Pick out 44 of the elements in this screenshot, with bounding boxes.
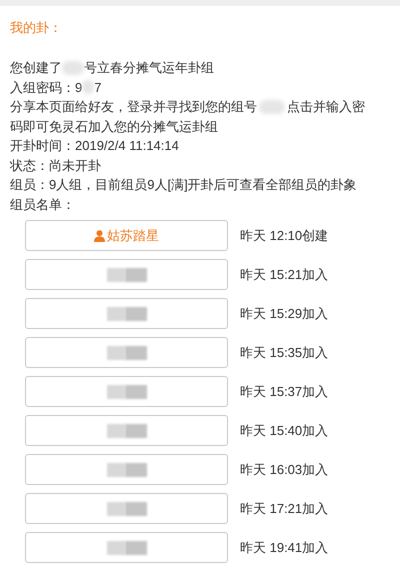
member-button[interactable]: [25, 532, 228, 563]
blurred-redaction: [106, 424, 146, 438]
join-time: 昨天 12:10创建: [240, 226, 328, 245]
info-text: 点击并输入密: [287, 98, 365, 116]
join-time: 昨天 15:40加入: [240, 422, 328, 440]
info-text: 组员名单：: [10, 196, 76, 214]
member-name: 姑苏踏星: [107, 226, 159, 245]
member-button[interactable]: [25, 415, 228, 446]
info-text: 码即可免灵石加入您的分摊气运卦组: [10, 118, 219, 136]
password-digit: 9: [75, 78, 82, 96]
section-heading: 我的卦：: [10, 19, 63, 37]
member-button[interactable]: 姑苏踏星: [25, 220, 228, 251]
member-button[interactable]: [25, 493, 228, 524]
member-button[interactable]: [25, 337, 228, 368]
info-text: 您创建了: [10, 59, 62, 77]
blurred-redaction: [106, 502, 146, 516]
blurred-redaction: [106, 384, 146, 398]
member-button[interactable]: [25, 376, 228, 407]
info-text: 组员：9人组，目前组员9人[满]开卦后可查看全部组员的卦象: [10, 176, 358, 194]
blurred-redaction: [106, 268, 146, 282]
blurred-redaction: [106, 306, 146, 320]
info-label: 入组密码：: [10, 78, 75, 96]
join-time: 昨天 17:21加入: [240, 500, 328, 518]
info-text: 状态：尚未开卦: [10, 156, 102, 174]
join-time: 昨天 15:29加入: [240, 304, 328, 323]
member-button[interactable]: [25, 298, 228, 329]
member-button[interactable]: [25, 259, 228, 290]
password-digit: 7: [94, 78, 102, 96]
member-button[interactable]: [25, 454, 228, 485]
join-time: 昨天 15:37加入: [240, 382, 328, 401]
blurred-redaction: [106, 540, 146, 554]
info-text: 号立春分摊气运年卦组: [84, 59, 214, 77]
join-time: 昨天 15:21加入: [240, 266, 328, 284]
join-time: 昨天 15:35加入: [240, 344, 328, 362]
join-time: 昨天 16:03加入: [240, 460, 328, 479]
blurred-redaction: [62, 60, 84, 75]
blurred-redaction: [106, 346, 146, 360]
info-text: 分享本页面给好友，登录并寻找到您的组号: [10, 98, 257, 116]
blurred-redaction: [82, 80, 94, 94]
person-icon: [94, 230, 105, 242]
blurred-redaction: [106, 462, 146, 476]
blurred-redaction: [259, 100, 285, 114]
join-time: 昨天 19:41加入: [240, 538, 328, 557]
info-text: 开卦时间：2019/2/4 11:14:14: [10, 137, 180, 155]
